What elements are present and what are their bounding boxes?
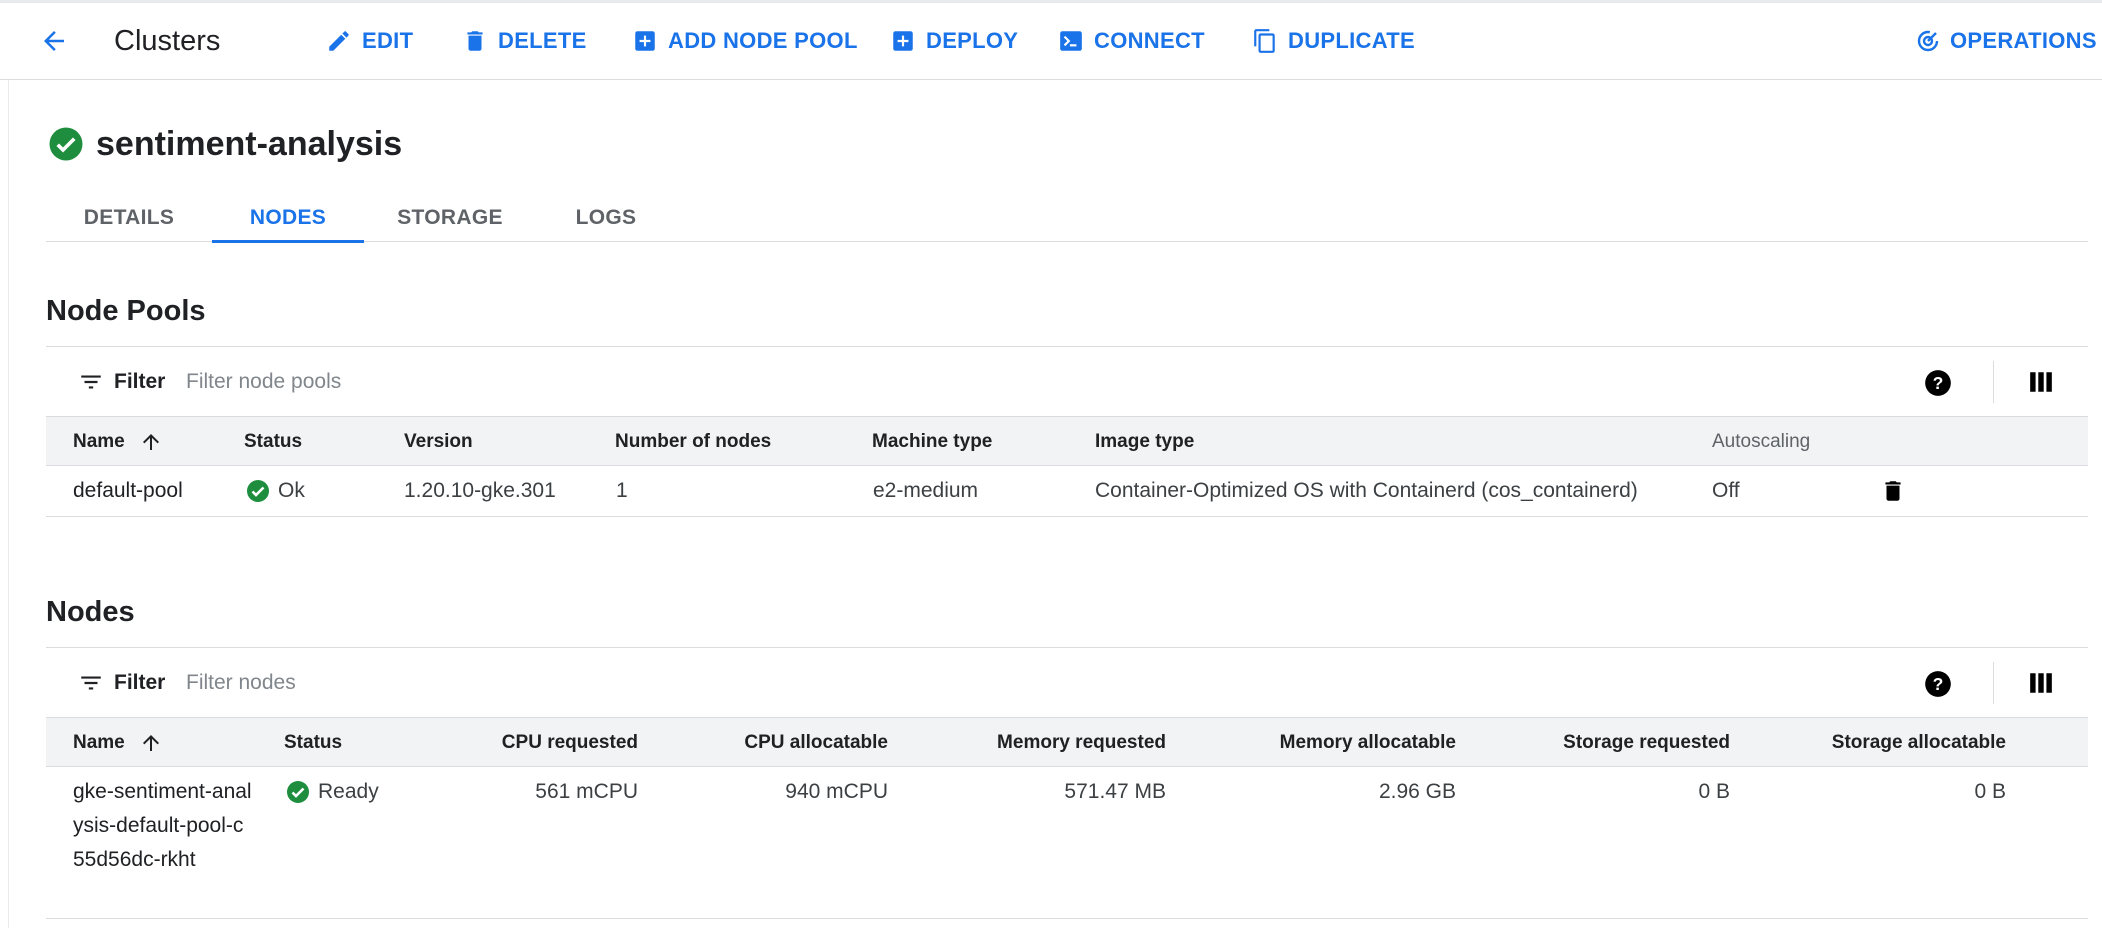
column-header-version[interactable]: Version [404, 417, 473, 467]
duplicate-label: DUPLICATE [1288, 28, 1415, 53]
node-pool-name[interactable]: default-pool [73, 466, 183, 516]
copy-icon [1254, 29, 1275, 53]
node-pools-title: Node Pools [46, 295, 206, 327]
filter-label: Filter [114, 671, 166, 694]
node-cpu-allocatable: 940 mCPU [785, 780, 888, 803]
tab-bar: DETAILS NODES STORAGE LOGS [46, 194, 2088, 243]
node-memory-allocatable: 2.96 GB [1378, 780, 1456, 803]
nodes-table-header: Name Status CPU requested CPU allocatabl… [46, 717, 2088, 767]
node-status: Ready [286, 775, 379, 809]
deploy-label: DEPLOY [926, 28, 1019, 53]
arrow-up-icon [142, 735, 159, 751]
operations-icon [1917, 30, 1939, 52]
duplicate-button[interactable]: DUPLICATE [1252, 23, 1415, 59]
nodes-title: Nodes [46, 596, 135, 628]
column-header-name[interactable]: Name [73, 718, 163, 768]
columns-icon[interactable] [2028, 670, 2054, 696]
node-pools-table-header: Name Status Version Number of nodes Mach… [46, 416, 2088, 466]
check-circle-icon [287, 781, 309, 803]
delete-node-pool-button[interactable] [1880, 466, 1906, 516]
tab-logs[interactable]: LOGS [536, 194, 676, 242]
plus-box-icon [635, 31, 655, 51]
deploy-button[interactable]: DEPLOY [890, 23, 1018, 59]
node-pool-image-type: Container-Optimized OS with Containerd (… [1095, 479, 1638, 502]
svg-text:?: ? [1933, 373, 1944, 393]
operations-button[interactable]: OPERATIONS [1916, 23, 2097, 59]
plus-box-icon [893, 31, 913, 51]
filter-icon [81, 676, 101, 690]
edit-button[interactable]: EDIT [326, 23, 413, 59]
pencil-icon [329, 31, 349, 51]
cluster-header: sentiment-analysis [48, 124, 402, 164]
node-pool-number-of-nodes: 1 [616, 479, 628, 502]
node-pool-machine-type: e2-medium [873, 479, 979, 502]
column-header-status[interactable]: Status [244, 417, 302, 467]
tab-nodes[interactable]: NODES [212, 194, 364, 243]
column-header-name-label: Name [73, 732, 125, 753]
column-header-image-type[interactable]: Image type [1095, 417, 1194, 467]
check-circle-icon [247, 480, 269, 502]
node-memory-requested: 571.47 MB [1064, 780, 1166, 803]
top-bar: Clusters EDIT DELETE ADD NODE POOL DEPLO… [0, 0, 2102, 80]
svg-text:?: ? [1933, 674, 1944, 694]
operations-label: OPERATIONS [1950, 28, 2097, 53]
tab-storage[interactable]: STORAGE [364, 194, 536, 242]
add-node-pool-button[interactable]: ADD NODE POOL [632, 23, 858, 59]
delete-label: DELETE [498, 28, 587, 53]
node-pool-autoscaling: Off [1712, 479, 1740, 502]
column-header-cpu-allocatable[interactable]: CPU allocatable [666, 718, 888, 768]
nodes-filter-button[interactable]: Filter [78, 666, 165, 700]
nodes-filter-input[interactable] [186, 666, 1086, 700]
node-storage-requested: 0 B [1698, 780, 1730, 803]
help-icon[interactable]: ? [1924, 369, 1952, 397]
help-icon[interactable]: ? [1924, 670, 1952, 698]
column-header-storage-requested[interactable]: Storage requested [1486, 718, 1730, 768]
column-header-memory-requested[interactable]: Memory requested [916, 718, 1166, 768]
back-button[interactable] [34, 23, 74, 59]
column-header-status[interactable]: Status [284, 718, 342, 768]
table-row: gke-sentiment-analysis-default-pool-c55d… [46, 767, 2088, 919]
table-row: default-pool Ok 1.20.10-gke.301 1 e2-med… [46, 466, 2088, 517]
node-pool-status-label: Ok [278, 479, 305, 502]
left-divider [8, 80, 9, 928]
edit-label: EDIT [362, 28, 414, 53]
column-header-memory-allocatable[interactable]: Memory allocatable [1196, 718, 1456, 768]
check-circle-icon [49, 127, 83, 161]
column-header-storage-allocatable[interactable]: Storage allocatable [1760, 718, 2006, 768]
column-header-name-label: Name [73, 431, 125, 452]
connect-label: CONNECT [1094, 28, 1205, 53]
node-pool-status: Ok [246, 466, 305, 516]
arrow-left-icon [44, 31, 64, 51]
delete-button[interactable]: DELETE [462, 23, 587, 59]
toolbar-divider [1993, 662, 1994, 704]
node-cpu-requested: 561 mCPU [535, 780, 638, 803]
tab-details[interactable]: DETAILS [46, 194, 212, 242]
node-pool-version: 1.20.10-gke.301 [404, 479, 556, 502]
node-name-link[interactable]: gke-sentiment-analysis-default-pool-c55d… [73, 775, 253, 877]
trash-icon [467, 31, 483, 51]
add-node-pool-label: ADD NODE POOL [668, 28, 858, 53]
trash-icon [1885, 481, 1901, 501]
node-pools-filter-input[interactable] [186, 365, 1086, 399]
filter-icon [81, 375, 101, 389]
column-header-number-of-nodes[interactable]: Number of nodes [615, 417, 771, 467]
cluster-name: sentiment-analysis [96, 125, 403, 163]
nodes-filter-bar: Filter ? [46, 647, 2088, 717]
page-title: Clusters [114, 25, 221, 57]
terminal-icon [1060, 31, 1082, 51]
toolbar-divider [1993, 361, 1994, 403]
node-pools-filter-bar: Filter ? [46, 346, 2088, 416]
columns-icon[interactable] [2028, 369, 2054, 395]
column-header-name[interactable]: Name [73, 417, 163, 467]
node-status-label: Ready [318, 780, 379, 803]
node-storage-allocatable: 0 B [1974, 780, 2006, 803]
arrow-up-icon [142, 434, 159, 450]
column-header-machine-type[interactable]: Machine type [872, 417, 992, 467]
column-header-cpu-requested[interactable]: CPU requested [426, 718, 638, 768]
column-header-autoscaling[interactable]: Autoscaling [1712, 417, 1810, 467]
node-pools-filter-button[interactable]: Filter [78, 365, 165, 399]
connect-button[interactable]: CONNECT [1058, 23, 1205, 59]
filter-label: Filter [114, 370, 166, 393]
